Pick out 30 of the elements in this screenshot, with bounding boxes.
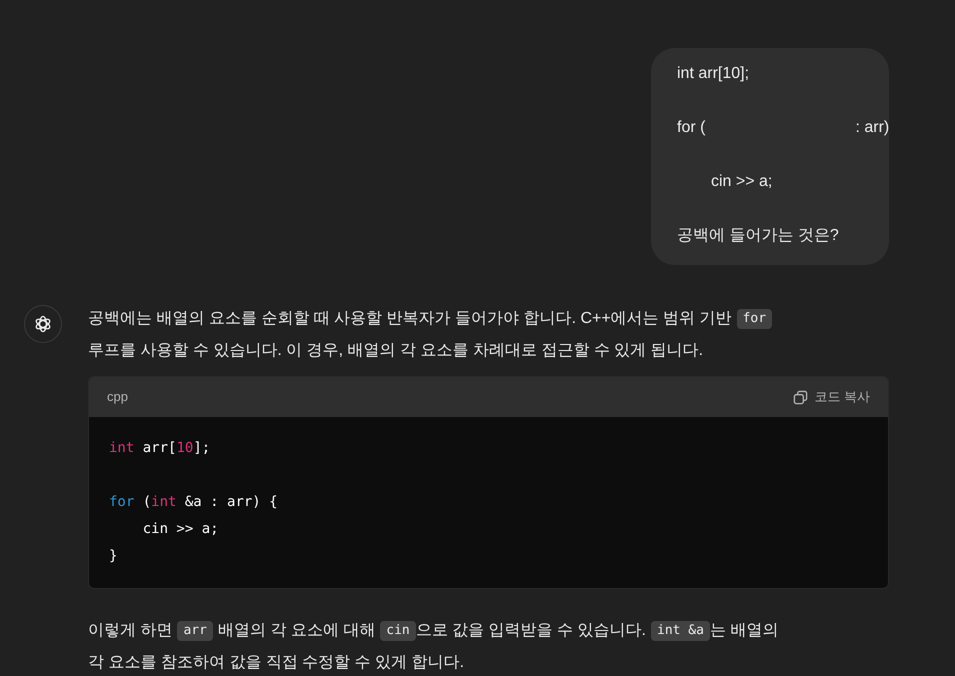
paragraph-text: 이렇게 하면 — [88, 621, 172, 641]
code-token: int — [151, 493, 176, 512]
paragraph-text: 공백에는 배열의 요소를 순회할 때 사용할 반복자가 들어가야 합니다. C++에서는 범위 기반 — [88, 309, 732, 329]
code-token: int — [109, 439, 134, 458]
code-token: for — [109, 493, 134, 512]
inline-code: cin — [380, 621, 416, 641]
paragraph-text: 으로 값을 입력받을 수 있습니다. — [416, 621, 646, 641]
code-language-label: cpp — [107, 388, 128, 406]
code-token: arr[ — [142, 439, 176, 458]
message-text: : arr) — [855, 118, 890, 138]
copy-icon — [793, 390, 808, 404]
code-token: 10 — [176, 439, 194, 458]
message-text: int arr[10]; — [677, 64, 750, 84]
paragraph-text: 루프를 사용할 수 있습니다. 이 경우, 배열의 각 요소를 차례대로 접근할 수 있게 됩니다. — [88, 341, 704, 361]
inline-code: for — [736, 309, 772, 329]
code-token: } — [109, 547, 118, 566]
paragraph-text: 각 요소를 참조하여 값을 직접 수정할 수 있게 합니다. — [88, 653, 464, 673]
code-token: cin >> a; — [142, 520, 219, 539]
code-token: ( — [142, 493, 152, 512]
inline-code: arr — [177, 621, 213, 641]
code-token: &a : arr) { — [184, 493, 278, 512]
assistant-avatar-icon — [24, 305, 62, 343]
code-token: ]; — [193, 439, 210, 458]
message-text: cin >> a; — [711, 172, 772, 192]
paragraph-text: 는 배열의 — [710, 621, 778, 641]
copy-code-button[interactable]: 코드 복사 — [793, 381, 870, 413]
message-text: 공백에 들어가는 것은? — [677, 226, 839, 246]
paragraph-text: 배열의 각 요소에 대해 — [218, 621, 376, 641]
message-text: for ( — [677, 118, 706, 138]
inline-code: int &a — [651, 621, 710, 641]
